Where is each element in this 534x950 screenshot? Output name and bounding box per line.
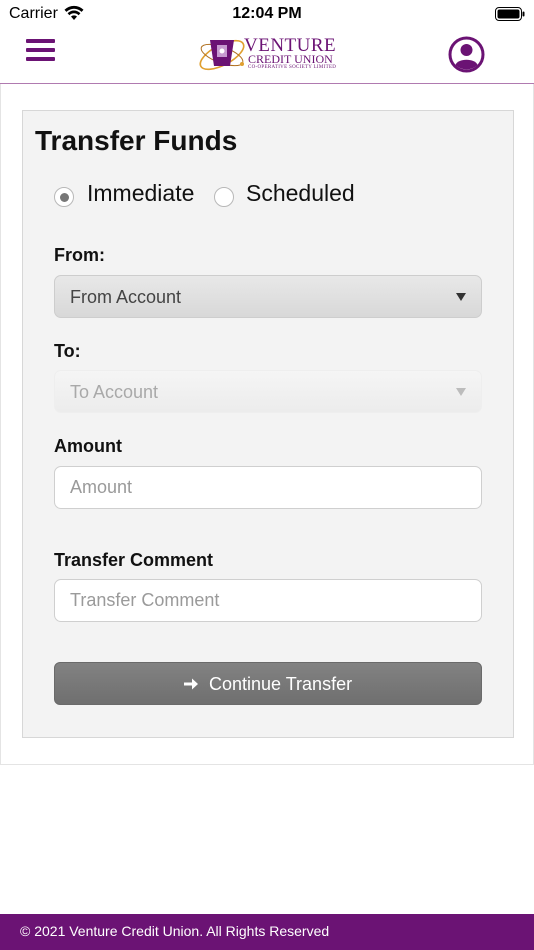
transfer-comment-label: Transfer Comment bbox=[54, 550, 214, 570]
radio-immediate[interactable] bbox=[54, 187, 74, 207]
transfer-funds-card: Transfer Funds Immediate Scheduled From:… bbox=[22, 110, 514, 738]
radio-scheduled[interactable] bbox=[214, 187, 234, 207]
status-time: 12:04 PM bbox=[232, 5, 302, 22]
amount-input[interactable] bbox=[54, 466, 482, 509]
transfer-comment-input[interactable] bbox=[54, 579, 482, 622]
from-label: From: bbox=[54, 245, 105, 265]
from-account-select[interactable]: From Account bbox=[54, 275, 482, 318]
battery-icon bbox=[495, 7, 525, 21]
arrow-right-icon bbox=[184, 678, 198, 690]
app-footer: © 2021 Venture Credit Union. All Rights … bbox=[0, 914, 534, 950]
page-title: Transfer Funds bbox=[35, 125, 238, 156]
logo-tagline: CO-OPERATIVE SOCIETY LIMITED bbox=[248, 65, 337, 70]
status-bar: Carrier 12:04 PM bbox=[0, 0, 534, 28]
hamburger-menu-icon[interactable] bbox=[26, 39, 56, 63]
amount-label: Amount bbox=[54, 436, 122, 456]
app-header: VENTURE CREDIT UNION CO-OPERATIVE SOCIET… bbox=[0, 28, 534, 84]
logo-mark-icon bbox=[199, 39, 245, 71]
user-profile-icon[interactable] bbox=[448, 36, 485, 73]
chevron-down-icon bbox=[456, 388, 466, 396]
radio-scheduled-label[interactable]: Scheduled bbox=[246, 180, 355, 207]
footer-copyright: © 2021 Venture Credit Union. All Rights … bbox=[20, 923, 330, 939]
main-content: Transfer Funds Immediate Scheduled From:… bbox=[0, 84, 534, 765]
to-label: To: bbox=[54, 341, 81, 361]
to-account-select[interactable]: To Account bbox=[54, 370, 482, 413]
to-account-value: To Account bbox=[70, 382, 159, 402]
from-account-value: From Account bbox=[70, 287, 182, 307]
venture-logo: VENTURE CREDIT UNION CO-OPERATIVE SOCIET… bbox=[196, 28, 338, 80]
radio-immediate-label[interactable]: Immediate bbox=[87, 180, 194, 207]
chevron-down-icon bbox=[456, 293, 466, 301]
continue-transfer-button[interactable]: Continue Transfer bbox=[54, 662, 482, 705]
continue-transfer-label: Continue Transfer bbox=[209, 674, 353, 694]
